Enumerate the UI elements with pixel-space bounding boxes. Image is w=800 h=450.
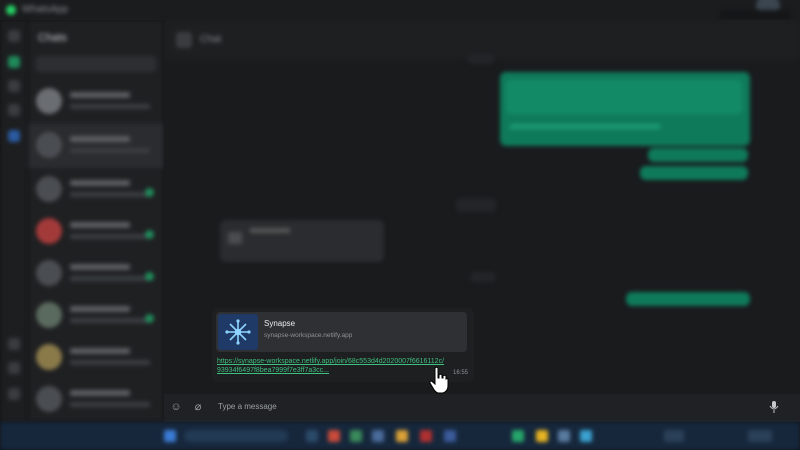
synapse-logo-icon <box>218 314 258 350</box>
search-input[interactable] <box>36 56 156 72</box>
list-item[interactable] <box>28 252 164 296</box>
contact-avatar[interactable] <box>176 32 192 48</box>
list-item[interactable] <box>28 210 164 254</box>
taskbar-app-icon[interactable] <box>350 430 362 442</box>
list-item[interactable] <box>28 124 164 168</box>
incoming-message <box>220 220 384 262</box>
taskbar-app-icon[interactable] <box>328 430 340 442</box>
taskbar-app-icon[interactable] <box>420 430 432 442</box>
message-composer: ☺ ⌀ Type a message <box>164 394 800 422</box>
message-link[interactable]: https://synapse-workspace.netlify.app/jo… <box>217 357 445 375</box>
taskbar-app-icon[interactable] <box>536 430 548 442</box>
list-item[interactable] <box>28 378 164 422</box>
date-chip <box>468 54 494 64</box>
outgoing-message <box>640 166 748 180</box>
list-item[interactable] <box>28 168 164 212</box>
communities-nav-icon[interactable] <box>8 130 20 142</box>
preview-domain: synapse-workspace.netlify.app <box>264 332 353 339</box>
hand-cursor-icon <box>429 366 449 394</box>
preview-title: Synapse <box>264 319 296 328</box>
taskbar-app-icon[interactable] <box>396 430 408 442</box>
taskbar-app-icon[interactable] <box>306 430 318 442</box>
nav-rail <box>0 20 28 422</box>
list-item[interactable] <box>28 336 164 380</box>
date-chip <box>470 272 496 282</box>
list-item[interactable] <box>28 80 164 124</box>
taskbar-app-icon[interactable] <box>558 430 570 442</box>
calls-nav-icon[interactable] <box>8 80 20 92</box>
message-timestamp: 16:55 <box>452 370 468 376</box>
taskbar-search[interactable] <box>184 430 288 442</box>
mic-icon[interactable] <box>768 401 780 413</box>
settings-icon[interactable] <box>8 388 20 400</box>
message-input[interactable]: Type a message <box>218 402 277 411</box>
chats-nav-icon[interactable] <box>8 56 20 68</box>
starred-nav-icon[interactable] <box>8 338 20 350</box>
system-tray[interactable] <box>664 430 684 442</box>
taskbar-app-icon[interactable] <box>372 430 384 442</box>
menu-icon[interactable] <box>8 30 20 42</box>
date-chip <box>456 198 496 212</box>
archived-nav-icon[interactable] <box>8 362 20 374</box>
app-title: WhatsApp <box>22 4 69 15</box>
taskbar-app-icon[interactable] <box>580 430 592 442</box>
taskbar-whatsapp-icon[interactable] <box>512 430 524 442</box>
clock <box>748 430 772 442</box>
taskbar <box>0 422 800 450</box>
contact-name[interactable]: Chat <box>200 34 221 45</box>
outgoing-message <box>648 148 748 162</box>
title-bar: WhatsApp <box>0 0 800 20</box>
attach-icon[interactable]: ⌀ <box>192 401 204 413</box>
taskbar-app-icon[interactable] <box>444 430 456 442</box>
link-preview-card[interactable]: Synapse synapse-workspace.netlify.app <box>216 312 467 352</box>
outgoing-message <box>500 72 750 146</box>
status-nav-icon[interactable] <box>8 104 20 116</box>
emoji-icon[interactable]: ☺ <box>170 401 182 413</box>
outgoing-message <box>626 292 750 306</box>
chat-list-header: Chats <box>38 32 67 44</box>
whatsapp-logo-icon <box>6 5 16 15</box>
chat-list: Chats <box>28 20 164 422</box>
start-icon[interactable] <box>164 430 176 442</box>
list-item[interactable] <box>28 294 164 338</box>
